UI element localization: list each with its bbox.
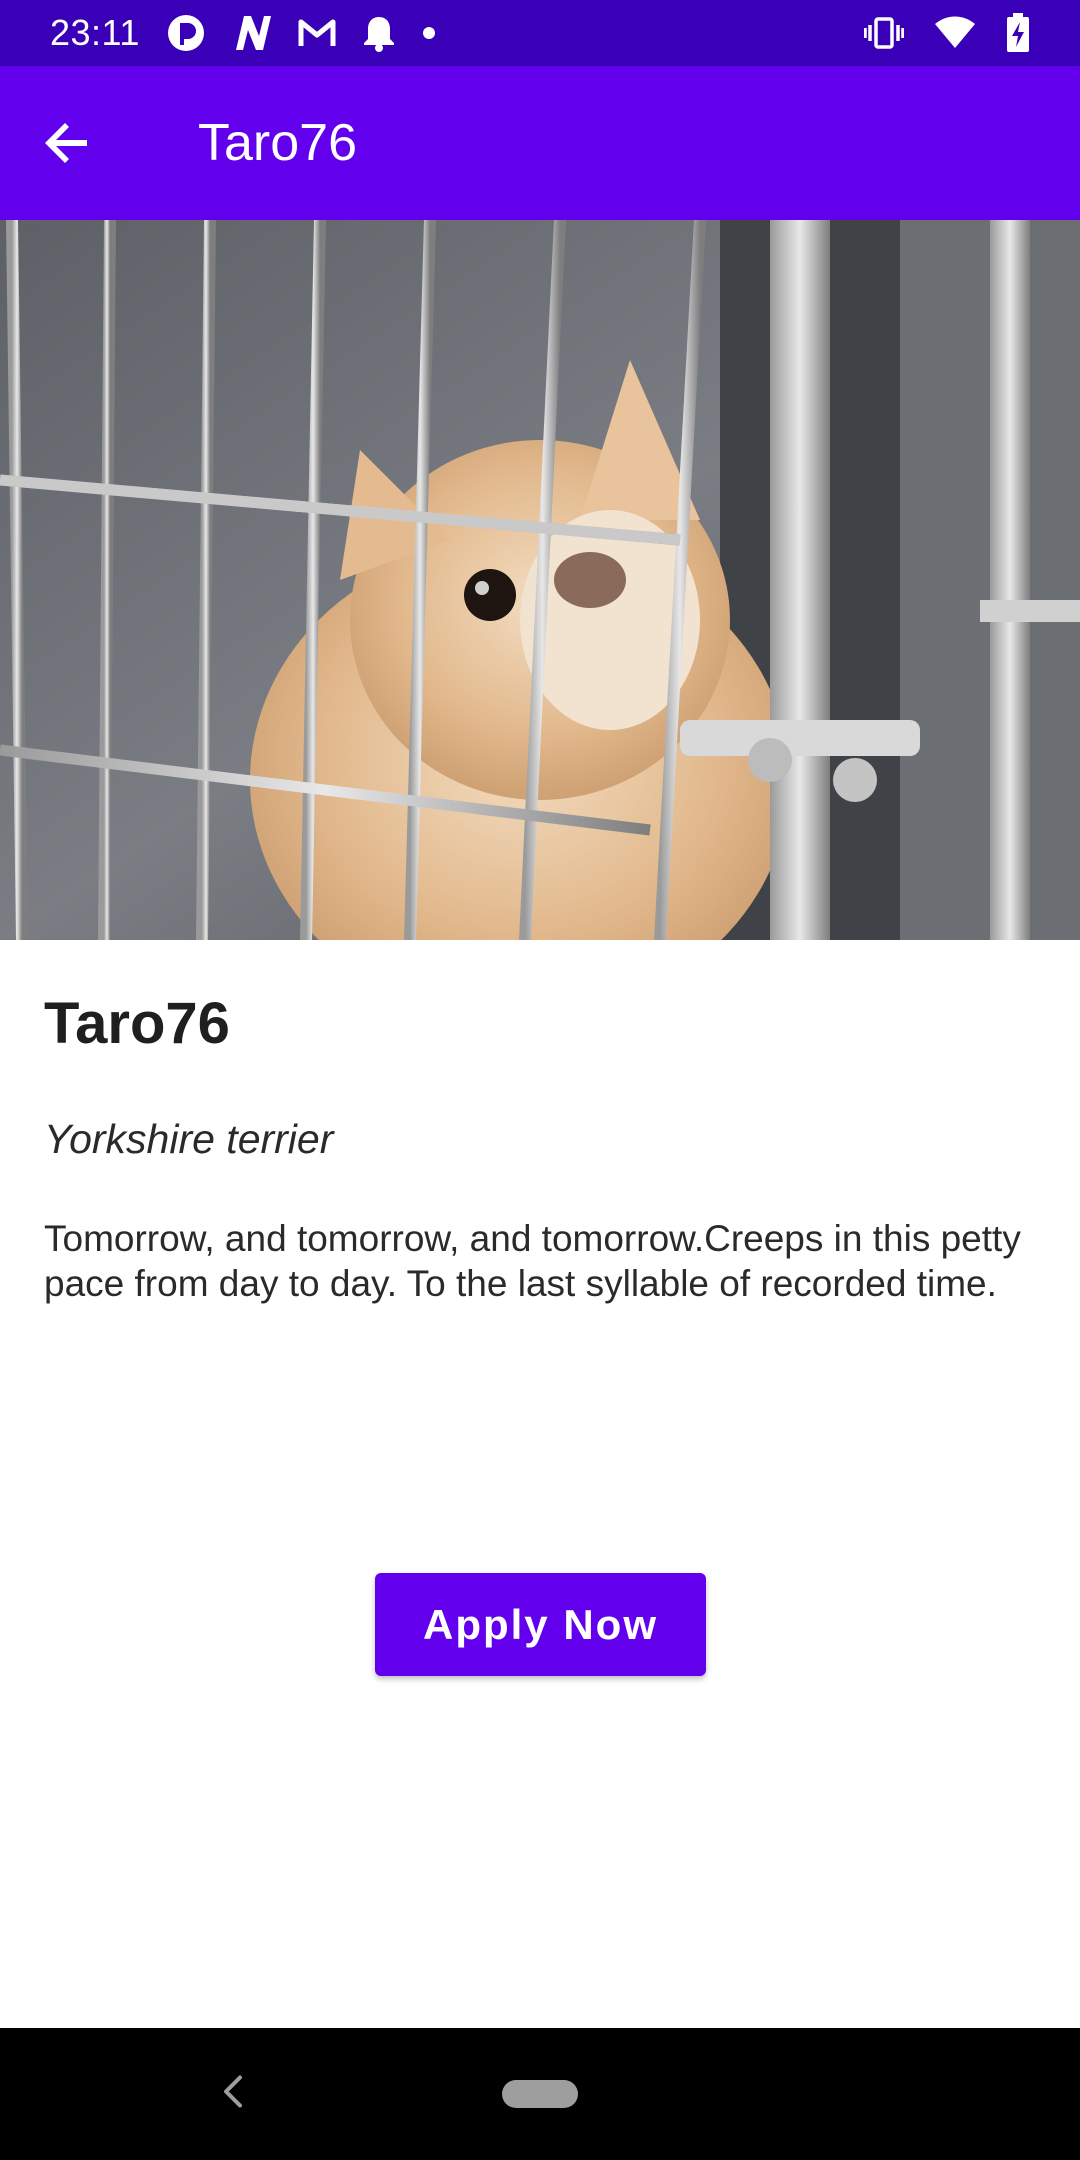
- system-nav-bar: [0, 2028, 1080, 2160]
- nav-home-button[interactable]: [502, 2080, 578, 2108]
- apply-now-button[interactable]: Apply Now: [375, 1573, 706, 1676]
- gmail-icon: [298, 18, 336, 48]
- status-time: 23:11: [50, 12, 140, 53]
- app-bar-title: Taro76: [198, 114, 357, 172]
- pet-description: Tomorrow, and tomorrow, and tomorrow.Cre…: [44, 1218, 1021, 1304]
- pet-breed: Yorkshire terrier: [44, 1116, 334, 1162]
- status-left: 23:11: [50, 12, 436, 54]
- app-bar: Taro76: [0, 66, 1080, 220]
- status-bar: 23:11: [0, 0, 1080, 66]
- status-right: [864, 13, 1030, 53]
- bell-icon: [362, 14, 396, 52]
- nav-back-button[interactable]: [222, 2075, 244, 2114]
- n-app-icon: [232, 14, 272, 52]
- chevron-left-icon: [224, 2075, 242, 2108]
- vibrate-icon: [864, 16, 904, 50]
- wifi-icon: [934, 16, 976, 50]
- battery-charging-icon: [1006, 13, 1030, 53]
- pet-name: Taro76: [44, 991, 230, 1056]
- arrow-back-icon: [45, 123, 87, 163]
- back-button[interactable]: [40, 116, 94, 170]
- pocket-casts-icon: [166, 13, 206, 53]
- dot-icon: [422, 26, 436, 40]
- pet-photo: [0, 220, 1080, 940]
